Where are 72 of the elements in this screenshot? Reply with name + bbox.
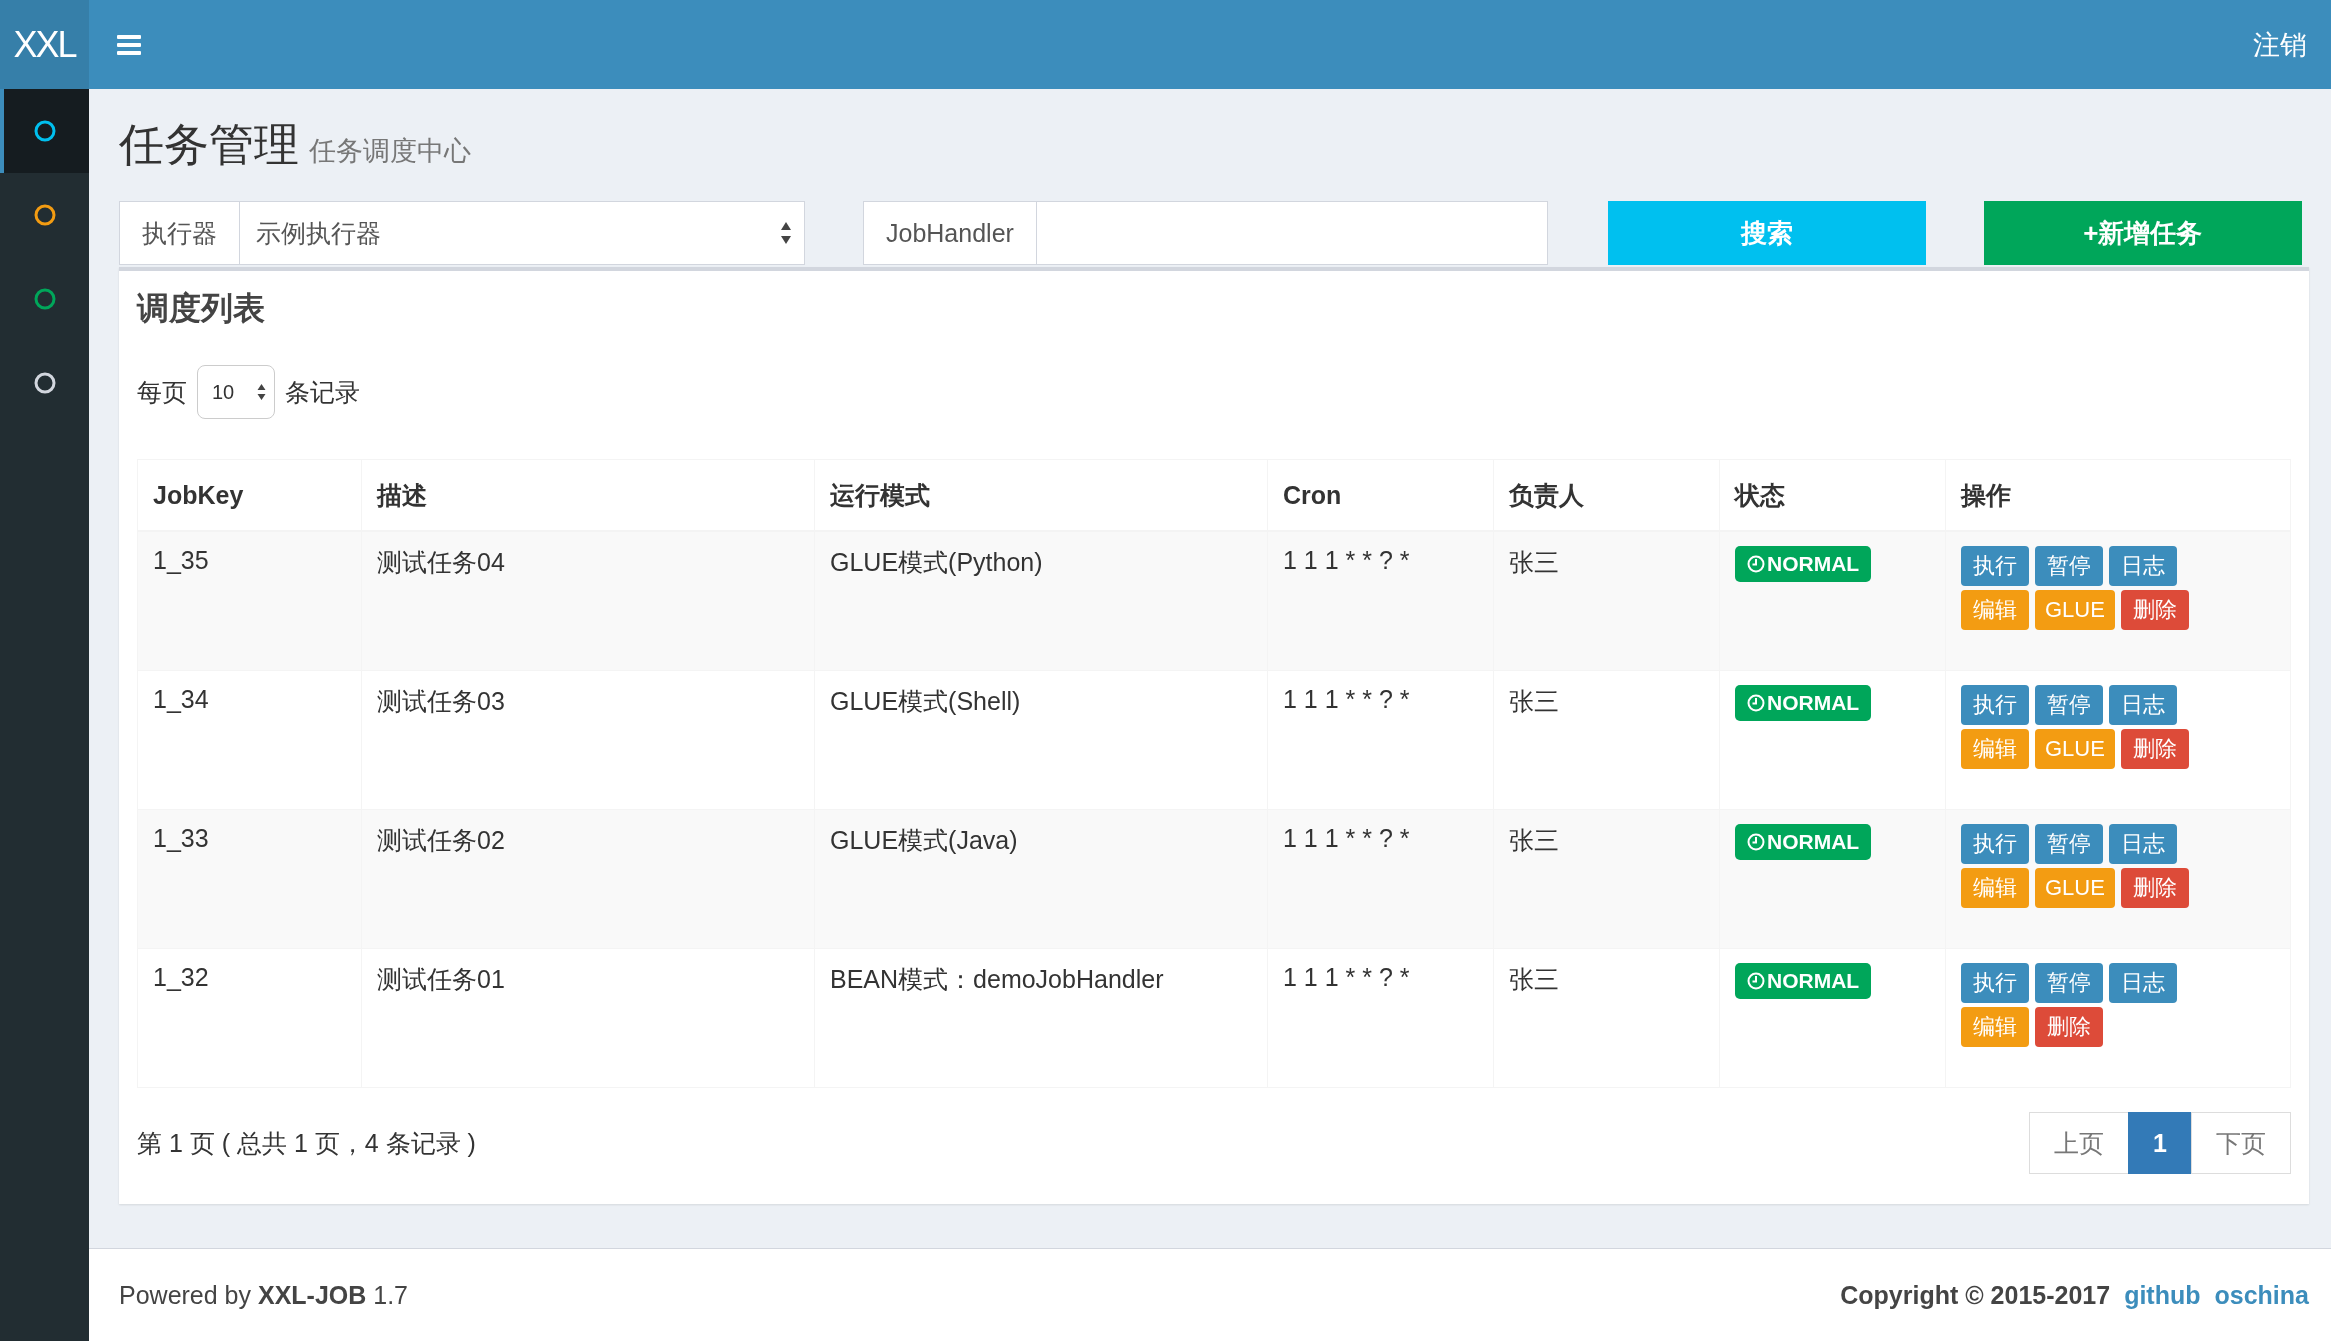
table-cell: 张三 xyxy=(1493,809,1720,949)
panel-title: 调度列表 xyxy=(137,289,266,328)
action-button[interactable]: 日志 xyxy=(2109,546,2177,586)
table-cell: 测试任务04 xyxy=(361,531,815,671)
table-cell: 1_33 xyxy=(137,809,362,949)
powered-by-text: Powered by XXL-JOB 1.7 xyxy=(119,1280,409,1310)
action-button[interactable]: 暂停 xyxy=(2035,824,2103,864)
page-size-select[interactable]: 10 xyxy=(197,365,275,419)
page-size-label: 每页 xyxy=(137,376,187,408)
action-button[interactable]: 执行 xyxy=(1961,963,2029,1003)
page-size-label: 条记录 xyxy=(285,376,360,408)
action-button[interactable]: 删除 xyxy=(2120,590,2189,630)
add-task-button[interactable]: +新增任务 xyxy=(1983,201,2302,265)
clock-icon xyxy=(1747,555,1765,573)
action-button[interactable]: GLUE xyxy=(2035,729,2115,769)
action-button[interactable]: 日志 xyxy=(2109,963,2177,1003)
pagination-button[interactable]: 1 xyxy=(2128,1112,2192,1174)
action-button[interactable]: GLUE xyxy=(2035,590,2115,630)
action-button[interactable]: GLUE xyxy=(2035,868,2115,908)
logout-link[interactable]: 注销 xyxy=(2253,26,2307,63)
table-cell: 测试任务01 xyxy=(361,948,815,1088)
table-cell: BEAN模式：demoJobHandler xyxy=(814,948,1268,1088)
action-button[interactable]: 暂停 xyxy=(2035,546,2103,586)
page-title: 任务管理 xyxy=(119,118,299,172)
table-cell: 测试任务03 xyxy=(361,670,815,810)
status-label: NORMAL xyxy=(1735,685,1872,721)
table-cell: 1_34 xyxy=(137,670,362,810)
logo[interactable]: XXL xyxy=(0,0,89,89)
action-button[interactable]: 日志 xyxy=(2109,824,2177,864)
action-button[interactable]: 编辑 xyxy=(1961,590,2029,630)
action-button[interactable]: 日志 xyxy=(2109,685,2177,725)
menu-icon[interactable] xyxy=(117,34,141,55)
clock-icon xyxy=(1747,833,1765,851)
table-cell: 1_35 xyxy=(137,531,362,671)
table-cell: GLUE模式(Python) xyxy=(814,531,1268,671)
search-button[interactable]: 搜索 xyxy=(1607,201,1926,265)
status-label: NORMAL xyxy=(1735,824,1872,860)
action-button[interactable]: 删除 xyxy=(2120,729,2189,769)
table-cell: 张三 xyxy=(1493,948,1720,1088)
table-cell: GLUE模式(Shell) xyxy=(814,670,1268,810)
action-button[interactable]: 执行 xyxy=(1961,824,2029,864)
page-info: 第 1 页 ( 总共 1 页，4 条记录 ) xyxy=(137,1127,476,1159)
action-button[interactable]: 暂停 xyxy=(2035,685,2103,725)
action-button[interactable]: 删除 xyxy=(2035,1007,2103,1047)
action-button[interactable]: 暂停 xyxy=(2035,963,2103,1003)
table-cell: 张三 xyxy=(1493,531,1720,671)
copyright-text: Copyright © 2015-2017 xyxy=(1840,1280,2111,1310)
table-cell: 1 1 1 * * ? * xyxy=(1267,670,1494,810)
table-cell: 1 1 1 * * ? * xyxy=(1267,531,1494,671)
action-button[interactable]: 编辑 xyxy=(1961,729,2029,769)
footer-link[interactable]: github xyxy=(2124,1280,2201,1310)
clock-icon xyxy=(1747,694,1765,712)
table-cell: 1_32 xyxy=(137,948,362,1088)
action-button[interactable]: 执行 xyxy=(1961,546,2029,586)
action-button[interactable]: 编辑 xyxy=(1961,868,2029,908)
table-cell: 1 1 1 * * ? * xyxy=(1267,809,1494,949)
action-button[interactable]: 删除 xyxy=(2120,868,2189,908)
sidebar-item[interactable] xyxy=(0,89,89,173)
pagination-button[interactable]: 下页 xyxy=(2191,1112,2291,1174)
page-subtitle: 任务调度中心 xyxy=(309,135,471,168)
table-cell: GLUE模式(Java) xyxy=(814,809,1268,949)
table-cell: 测试任务02 xyxy=(361,809,815,949)
table-cell: 1 1 1 * * ? * xyxy=(1267,948,1494,1088)
clock-icon xyxy=(1747,972,1765,990)
table-cell: 张三 xyxy=(1493,670,1720,810)
pagination-button[interactable]: 上页 xyxy=(2029,1112,2130,1174)
footer-link[interactable]: oschina xyxy=(2214,1280,2309,1310)
status-label: NORMAL xyxy=(1735,546,1872,582)
status-label: NORMAL xyxy=(1735,963,1872,999)
action-button[interactable]: 执行 xyxy=(1961,685,2029,725)
sort-icon xyxy=(257,382,266,402)
action-button[interactable]: 编辑 xyxy=(1961,1007,2029,1047)
